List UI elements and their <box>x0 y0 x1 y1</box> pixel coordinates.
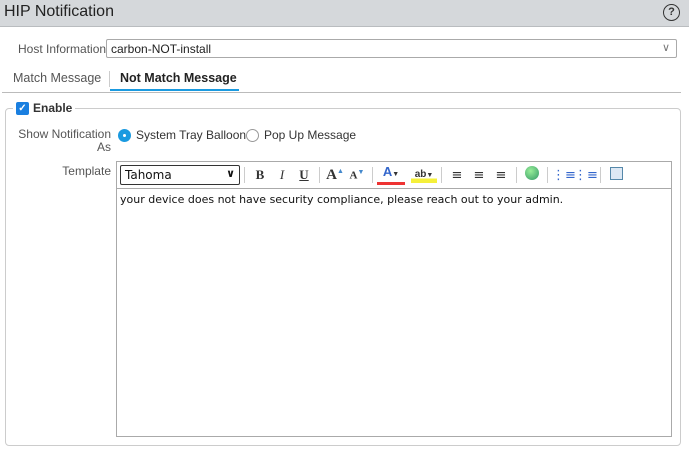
enable-label: Enable <box>33 101 73 115</box>
ordered-list-icon[interactable]: ⋮≡ <box>552 168 576 183</box>
align-right-icon[interactable]: ≡ <box>490 168 512 183</box>
source-edit-icon[interactable] <box>605 166 627 184</box>
host-information-label: Host Information <box>18 42 107 56</box>
toolbar-separator <box>547 167 548 183</box>
tab-divider <box>2 92 681 93</box>
italic-icon[interactable]: I <box>271 167 293 183</box>
tab-match-message[interactable]: Match Message <box>13 71 101 85</box>
tab-separator <box>109 71 110 87</box>
align-center-icon[interactable]: ≡ <box>468 168 490 183</box>
underline-icon[interactable]: U <box>293 167 315 183</box>
toolbar-separator <box>441 167 442 183</box>
chevron-down-icon: ∨ <box>226 167 235 180</box>
radio-button-selected[interactable] <box>118 128 131 142</box>
toolbar-separator <box>600 167 601 183</box>
font-family-value: Tahoma <box>125 168 172 182</box>
highlight-icon[interactable]: ab▼ <box>411 167 437 183</box>
dialog-header: HIP Notification ? <box>0 0 689 27</box>
radio-system-tray-balloon[interactable]: System Tray Balloon <box>118 128 246 142</box>
chevron-down-icon: ∨ <box>661 42 670 54</box>
help-icon[interactable]: ? <box>663 4 680 21</box>
toolbar-separator <box>244 167 245 183</box>
toolbar-separator <box>516 167 517 183</box>
radio-button[interactable] <box>246 128 259 142</box>
editor-toolbar: Tahoma ∨ B I U A▲ A▼ A▼ ab▼ ≡ ≡ ≡ ⋮≡ ⋮≡ <box>117 162 671 189</box>
grow-font-icon[interactable]: A▲ <box>324 167 346 184</box>
tab-not-match-message[interactable]: Not Match Message <box>120 71 237 85</box>
active-tab-indicator <box>110 89 239 91</box>
link-icon[interactable] <box>521 166 543 184</box>
radio-label: System Tray Balloon <box>136 128 247 142</box>
template-content-area[interactable]: your device does not have security compl… <box>117 189 671 210</box>
font-color-icon[interactable]: A▼ <box>377 165 405 185</box>
font-family-select[interactable]: Tahoma ∨ <box>120 165 240 185</box>
radio-pop-up-message[interactable]: Pop Up Message <box>246 128 356 142</box>
shrink-font-icon[interactable]: A▼ <box>346 168 368 182</box>
template-label: Template <box>62 164 111 178</box>
show-notification-label: Show Notification As <box>18 127 111 154</box>
toolbar-separator <box>372 167 373 183</box>
bold-icon[interactable]: B <box>249 167 271 183</box>
align-left-icon[interactable]: ≡ <box>446 168 468 183</box>
host-information-select[interactable]: carbon-NOT-install ∨ <box>106 39 677 58</box>
enable-checkbox-group[interactable]: ✓ Enable <box>13 101 76 115</box>
template-editor: Tahoma ∨ B I U A▲ A▼ A▼ ab▼ ≡ ≡ ≡ ⋮≡ ⋮≡ y… <box>116 161 672 437</box>
dialog-title: HIP Notification <box>4 3 114 20</box>
enable-checkbox[interactable]: ✓ <box>16 101 29 115</box>
radio-label: Pop Up Message <box>264 128 357 142</box>
toolbar-separator <box>319 167 320 183</box>
bullet-list-icon[interactable]: ⋮≡ <box>574 168 598 183</box>
host-information-value: carbon-NOT-install <box>111 42 212 56</box>
